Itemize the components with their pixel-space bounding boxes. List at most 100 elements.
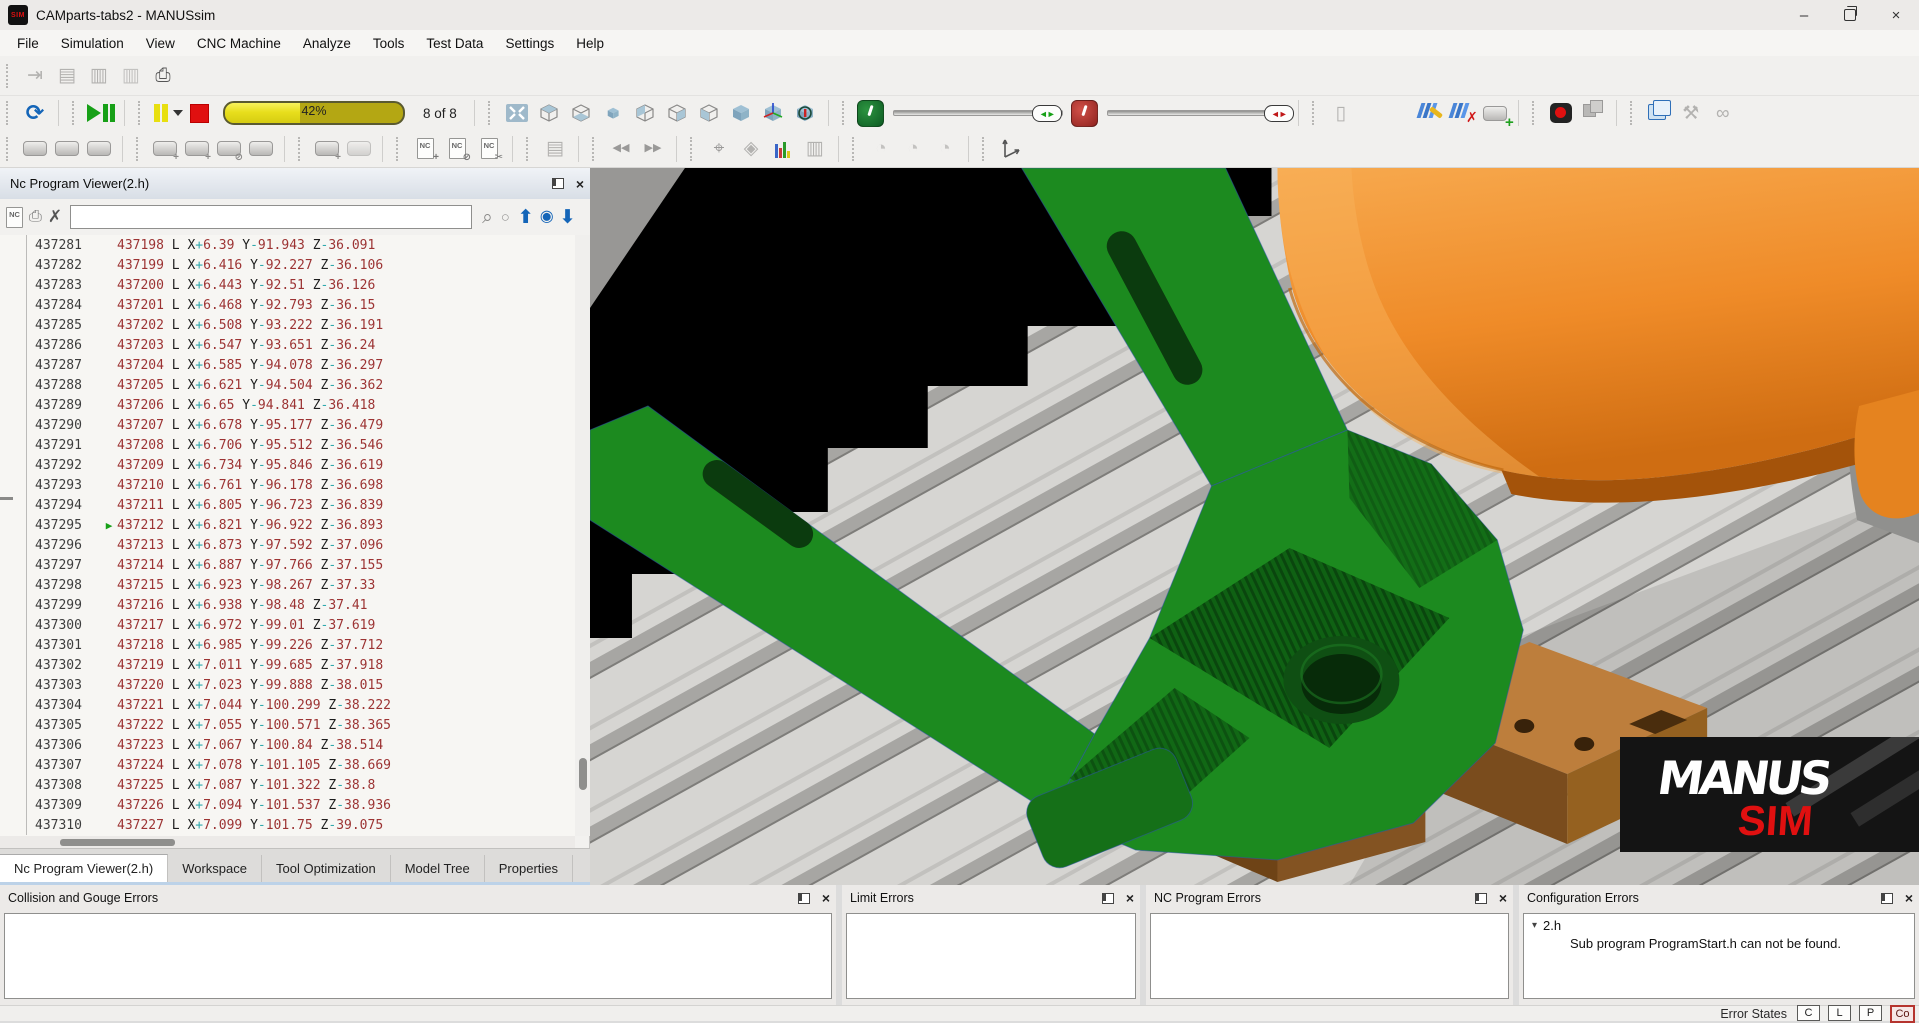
nc-line-437293[interactable]: 437293437210 L X+6.761 Y-96.178 Z-36.698 (0, 475, 575, 495)
nc-line-437297[interactable]: 437297437214 L X+6.887 Y-97.766 Z-37.155 (0, 555, 575, 575)
time-compare-icon[interactable]: ◔ (929, 134, 961, 164)
nc-line-437304[interactable]: 437304437221 L X+7.044 Y-100.299 Z-38.22… (0, 695, 575, 715)
tab-nc-program-viewer-2-h-[interactable]: Nc Program Viewer(2.h) (0, 854, 168, 883)
compare-icon[interactable]: ◈ (735, 134, 767, 164)
vertical-scrollbar[interactable] (575, 235, 590, 836)
chevron-down-icon[interactable]: ▾ (1532, 920, 1537, 931)
menu-item-tools[interactable]: Tools (362, 33, 416, 54)
save-all-icon[interactable]: ⎙ (147, 61, 179, 91)
view-solid-icon[interactable] (725, 98, 757, 128)
nc-line-437284[interactable]: 437284437201 L X+6.468 Y-92.793 Z-36.15 (0, 295, 575, 315)
panel-content[interactable] (846, 913, 1136, 999)
stock-plain-icon[interactable] (245, 134, 277, 164)
nc-line-437299[interactable]: 437299437216 L X+6.938 Y-98.48 Z-37.41 (0, 595, 575, 615)
panel-content[interactable]: ▾ 2.h Sub program ProgramStart.h can not… (1523, 913, 1915, 999)
step-back-icon[interactable]: ◀◀ (605, 134, 637, 164)
material-brush-remove-icon[interactable]: ✗ (1447, 98, 1479, 128)
view-bottom-icon[interactable] (565, 98, 597, 128)
nc-line-437309[interactable]: 437309437226 L X+7.094 Y-101.537 Z-38.93… (0, 795, 575, 815)
coordinate-axis-icon[interactable] (995, 134, 1027, 164)
step-forward-icon[interactable]: ▶▶ (637, 134, 669, 164)
nc-line-437289[interactable]: 437289437206 L X+6.65 Y-94.841 Z-36.418 (0, 395, 575, 415)
nc-cut-icon[interactable]: NC✂ (473, 134, 505, 164)
view-top-icon[interactable] (533, 98, 565, 128)
tab-properties[interactable]: Properties (485, 855, 573, 883)
close-panel-icon[interactable]: × (1905, 891, 1913, 905)
restore-button[interactable] (1827, 0, 1873, 30)
add-machine-icon[interactable]: + (1479, 98, 1511, 128)
close-panel-icon[interactable]: × (1126, 891, 1134, 905)
stock-insert-icon[interactable]: + (181, 134, 213, 164)
float-panel-icon[interactable] (552, 178, 564, 189)
view-right-icon[interactable] (661, 98, 693, 128)
green-slider-handle[interactable]: ◄► (1032, 105, 1062, 122)
nc-line-437283[interactable]: 437283437200 L X+6.443 Y-92.51 Z-36.126 (0, 275, 575, 295)
nc-line-437307[interactable]: 437307437224 L X+7.078 Y-101.105 Z-38.66… (0, 755, 575, 775)
nc-line-437303[interactable]: 437303437220 L X+7.023 Y-99.888 Z-38.015 (0, 675, 575, 695)
nc-line-437287[interactable]: 437287437204 L X+6.585 Y-94.078 Z-36.297 (0, 355, 575, 375)
nc-line-437291[interactable]: 437291437208 L X+6.706 Y-95.512 Z-36.546 (0, 435, 575, 455)
import-icon[interactable]: ⇥ (19, 61, 51, 91)
view-iso-icon[interactable] (597, 98, 629, 128)
menu-item-settings[interactable]: Settings (494, 33, 565, 54)
tab-model-tree[interactable]: Model Tree (391, 855, 485, 883)
view-back-icon[interactable] (629, 98, 661, 128)
link-icon[interactable]: ∞ (1707, 98, 1739, 128)
vertical-scrollbar-thumb[interactable] (579, 758, 587, 790)
stock-measure-icon[interactable] (19, 134, 51, 164)
menu-item-file[interactable]: File (6, 33, 50, 54)
search-icon[interactable]: ⌕ (482, 208, 493, 227)
menu-item-analyze[interactable]: Analyze (292, 33, 362, 54)
pause-options-button[interactable] (151, 98, 183, 128)
nc-file-icon[interactable]: NC (6, 207, 23, 228)
stock-add-icon[interactable]: + (149, 134, 181, 164)
nc-new-icon[interactable]: NC+ (409, 134, 441, 164)
nc-line-437310[interactable]: 437310437227 L X+7.099 Y-101.75 Z-39.075 (0, 815, 575, 835)
float-panel-icon[interactable] (1102, 893, 1114, 904)
view-axes-icon[interactable] (757, 98, 789, 128)
fit-view-icon[interactable] (501, 98, 533, 128)
error-state-c[interactable]: C (1797, 1005, 1820, 1021)
time-estimate-icon[interactable]: ◔ (865, 134, 897, 164)
splitter-handle[interactable] (0, 497, 13, 500)
copy-panels-icon[interactable] (1577, 98, 1609, 128)
error-state-p[interactable]: P (1859, 1005, 1882, 1021)
open-folder-icon[interactable]: ▤ (51, 61, 83, 91)
tab-workspace[interactable]: Workspace (168, 855, 262, 883)
menu-item-view[interactable]: View (135, 33, 186, 54)
nc-line-437288[interactable]: 437288437205 L X+6.621 Y-94.504 Z-36.362 (0, 375, 575, 395)
save-as-icon[interactable]: ▥ (115, 61, 147, 91)
nc-line-437286[interactable]: 437286437203 L X+6.547 Y-93.651 Z-36.24 (0, 335, 575, 355)
stock-white-icon[interactable] (343, 134, 375, 164)
menu-item-test-data[interactable]: Test Data (415, 33, 494, 54)
close-panel-icon[interactable]: × (822, 891, 830, 905)
material-brush-icon[interactable] (1415, 98, 1447, 128)
red-slider-handle[interactable]: ◄► (1264, 105, 1294, 122)
tab-tool-optimization[interactable]: Tool Optimization (262, 855, 391, 883)
panel-layout-icon[interactable] (1643, 98, 1675, 128)
nc-line-437295[interactable]: 437295▶437212 L X+6.821 Y-96.922 Z-36.89… (0, 515, 575, 535)
caliper-icon[interactable]: ⌖ (703, 134, 735, 164)
horizontal-scrollbar-thumb[interactable] (60, 839, 175, 846)
record-icon[interactable] (1545, 98, 1577, 128)
view-left-icon[interactable] (693, 98, 725, 128)
stock-folder-icon[interactable] (51, 134, 83, 164)
time-actual-icon[interactable]: ◔ (897, 134, 929, 164)
panel-content[interactable] (4, 913, 832, 999)
nc-line-437281[interactable]: 437281437198 L X+6.39 Y-91.943 Z-36.091 (0, 235, 575, 255)
report-icon[interactable]: ▥ (799, 134, 831, 164)
nc-line-437306[interactable]: 437306437223 L X+7.067 Y-100.84 Z-38.514 (0, 735, 575, 755)
panel-content[interactable] (1150, 913, 1509, 999)
nc-line-437300[interactable]: 437300437217 L X+6.972 Y-99.01 Z-37.619 (0, 615, 575, 635)
nc-line-437298[interactable]: 437298437215 L X+6.923 Y-98.267 Z-37.33 (0, 575, 575, 595)
speed-slider-red[interactable]: ◄► (1101, 98, 1291, 128)
clear-icon[interactable]: ✗ (48, 207, 62, 227)
save-nc-icon[interactable]: ⎙ (29, 209, 42, 225)
nc-line-437301[interactable]: 437301437218 L X+6.985 Y-99.226 Z-37.712 (0, 635, 575, 655)
speed-gauge-green-icon[interactable] (855, 98, 887, 128)
current-block-icon[interactable]: ◉ (540, 209, 554, 225)
menu-item-cnc-machine[interactable]: CNC Machine (186, 33, 292, 54)
jump-down-icon[interactable]: ⬇ (560, 208, 576, 227)
stock-view-icon[interactable] (83, 134, 115, 164)
machine-component-icon[interactable]: ⚒ (1675, 98, 1707, 128)
